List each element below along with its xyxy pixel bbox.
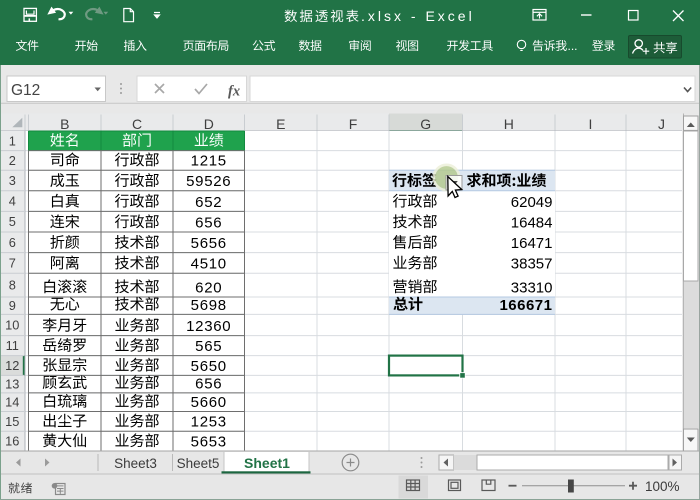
- svg-text:11: 11: [6, 338, 19, 353]
- svg-text:...: ...: [568, 39, 578, 53]
- svg-text:38357: 38357: [511, 256, 553, 273]
- svg-text:3: 3: [9, 173, 16, 188]
- svg-text:D: D: [204, 116, 214, 132]
- svg-text:652: 652: [195, 194, 222, 211]
- svg-text:1: 1: [9, 133, 16, 148]
- svg-text:12360: 12360: [186, 318, 231, 335]
- svg-text:12: 12: [5, 358, 19, 373]
- svg-text:Sheet5: Sheet5: [177, 456, 220, 471]
- svg-text:14: 14: [5, 395, 19, 410]
- svg-text:G12: G12: [11, 82, 40, 99]
- svg-text:1215: 1215: [191, 153, 227, 170]
- svg-text:5698: 5698: [191, 297, 227, 314]
- svg-text:100%: 100%: [645, 479, 680, 494]
- svg-text:62049: 62049: [511, 194, 553, 211]
- svg-text:6: 6: [9, 235, 16, 250]
- svg-text:565: 565: [195, 338, 222, 355]
- svg-text:B: B: [60, 116, 69, 132]
- svg-text:10: 10: [5, 318, 19, 333]
- svg-text:J: J: [658, 116, 665, 132]
- svg-text:4: 4: [9, 194, 16, 209]
- svg-text:H: H: [504, 116, 514, 132]
- svg-text:I: I: [589, 116, 593, 132]
- svg-text:8: 8: [9, 278, 16, 293]
- svg-text:4510: 4510: [191, 256, 227, 273]
- svg-text:7: 7: [9, 255, 16, 270]
- svg-text:620: 620: [195, 279, 222, 296]
- svg-text:E: E: [276, 116, 285, 132]
- svg-text:F: F: [349, 116, 358, 132]
- svg-text:16471: 16471: [511, 235, 553, 252]
- svg-text:59526: 59526: [186, 173, 231, 190]
- svg-text:16484: 16484: [511, 214, 553, 231]
- svg-text:16: 16: [5, 434, 19, 449]
- svg-text:15: 15: [5, 414, 19, 429]
- svg-text:fx: fx: [228, 84, 240, 100]
- svg-text:5660: 5660: [191, 394, 227, 411]
- svg-text:2: 2: [9, 153, 16, 168]
- svg-text:166671: 166671: [499, 297, 552, 314]
- svg-text:33310: 33310: [511, 279, 553, 296]
- svg-text:C: C: [132, 116, 142, 132]
- svg-text:1253: 1253: [191, 414, 227, 431]
- svg-text:Sheet3: Sheet3: [114, 456, 157, 471]
- svg-text:5653: 5653: [191, 433, 227, 450]
- svg-text:656: 656: [195, 214, 222, 231]
- svg-text:5650: 5650: [191, 358, 227, 375]
- svg-text:13: 13: [5, 377, 19, 392]
- svg-text:Sheet1: Sheet1: [244, 455, 290, 471]
- svg-text:9: 9: [9, 298, 16, 313]
- svg-text:.xlsx - Excel: .xlsx - Excel: [361, 8, 475, 24]
- svg-text:656: 656: [195, 375, 222, 392]
- svg-text:5: 5: [9, 214, 16, 229]
- svg-text:5656: 5656: [191, 235, 227, 252]
- svg-text:G: G: [420, 116, 431, 132]
